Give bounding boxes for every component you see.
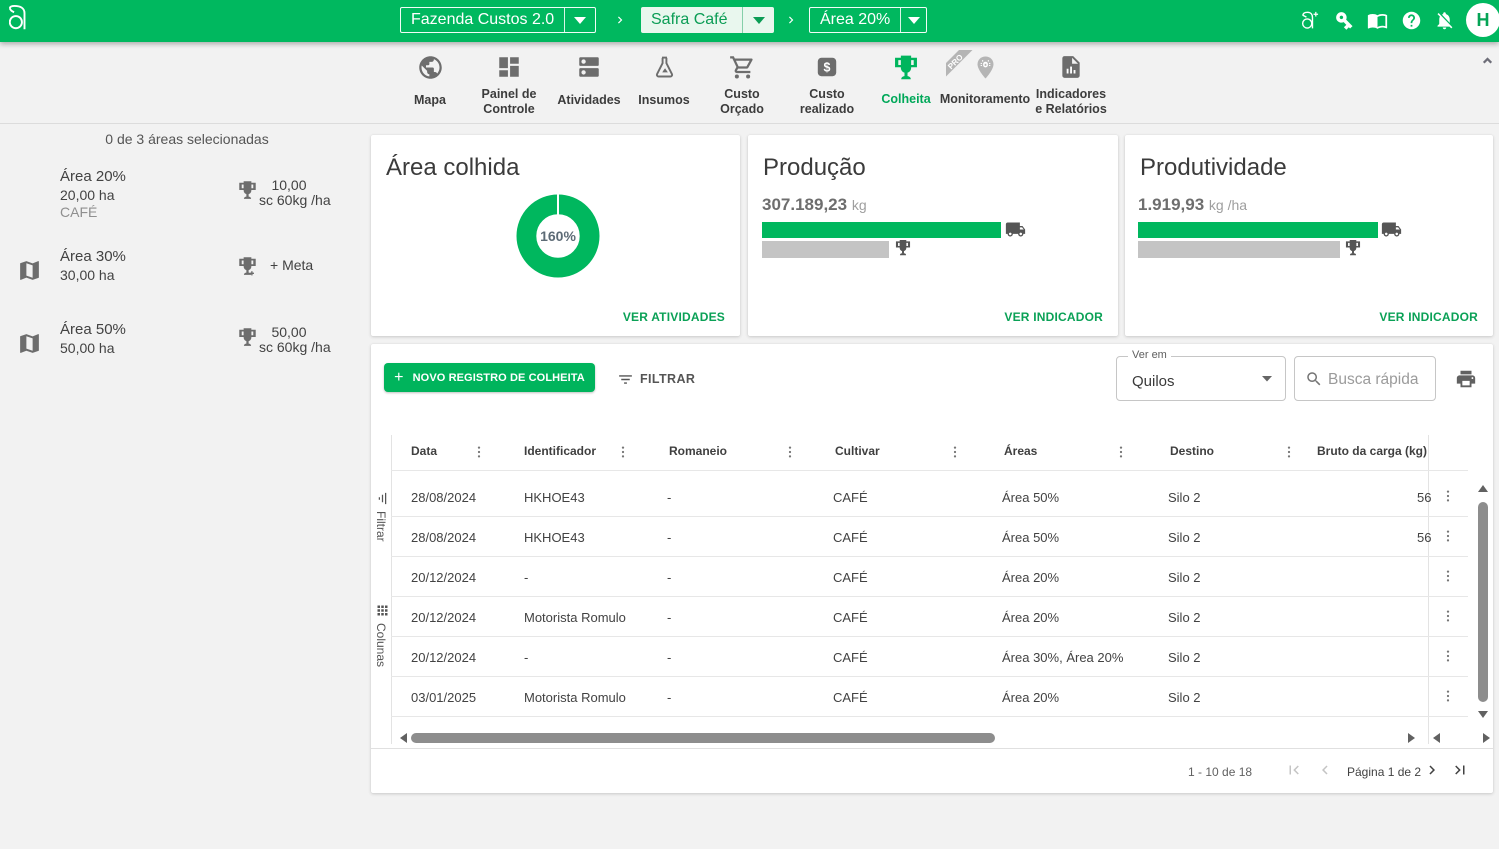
svg-text:160%: 160% — [540, 228, 576, 244]
svg-text:$: $ — [824, 61, 831, 75]
